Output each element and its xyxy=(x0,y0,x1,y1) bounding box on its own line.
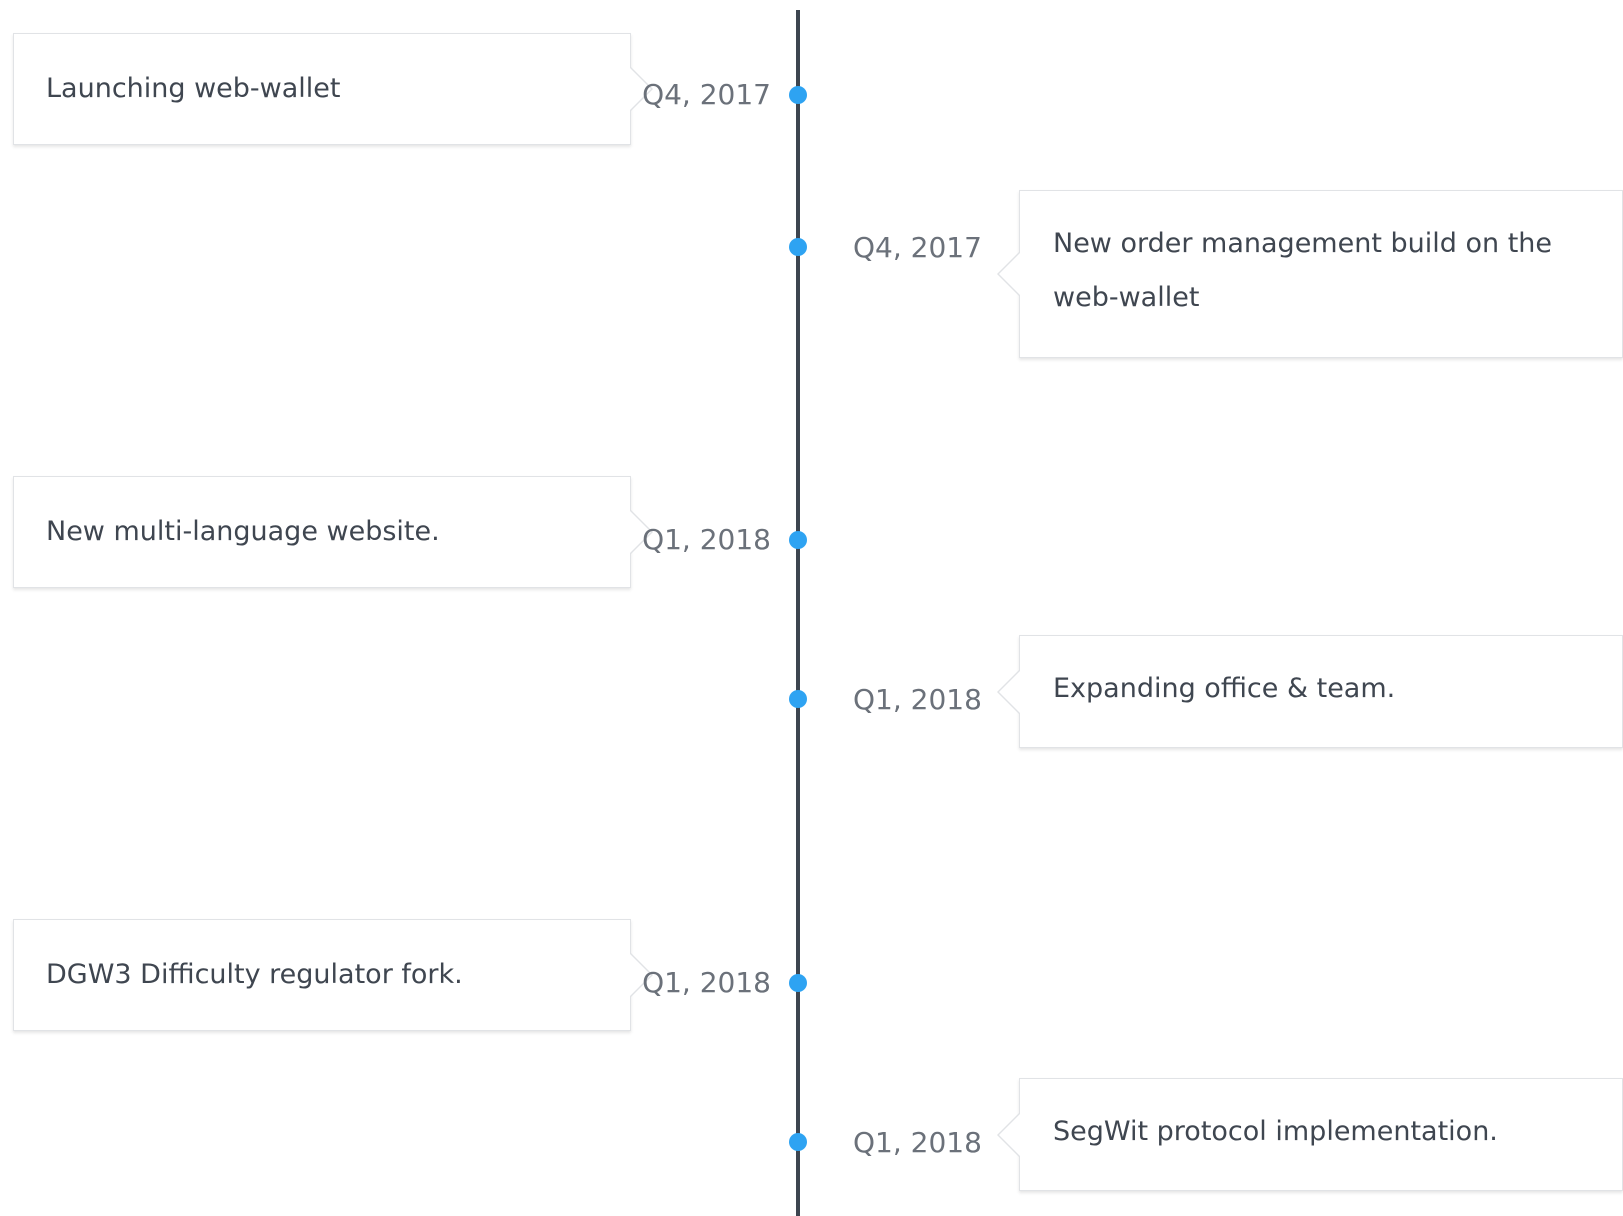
timeline-card: Launching web-wallet xyxy=(13,33,631,145)
timeline-card: DGW3 Difficulty regulator fork. xyxy=(13,919,631,1031)
timeline-dot xyxy=(789,690,807,708)
timeline-date: Q1, 2018 xyxy=(853,1126,982,1159)
timeline-card-text: New multi-language website. xyxy=(46,516,440,547)
timeline-dot xyxy=(789,238,807,256)
timeline-card: Expanding office & team. xyxy=(1019,635,1623,748)
timeline-card-text: DGW3 Difficulty regulator fork. xyxy=(46,959,463,990)
timeline-dot xyxy=(789,974,807,992)
timeline-date: Q1, 2018 xyxy=(642,966,771,999)
timeline-card-text: Expanding office & team. xyxy=(1053,673,1396,704)
timeline-card-text: New order management build on the web-wa… xyxy=(1053,228,1552,313)
timeline-dot xyxy=(789,86,807,104)
timeline-axis xyxy=(796,10,800,1216)
timeline-date: Q1, 2018 xyxy=(853,683,982,716)
timeline-card-text: Launching web-wallet xyxy=(46,73,341,104)
timeline-card: SegWit protocol implementation. xyxy=(1019,1078,1623,1191)
timeline-date: Q1, 2018 xyxy=(642,523,771,556)
timeline-dot xyxy=(789,531,807,549)
timeline-dot xyxy=(789,1133,807,1151)
timeline-date: Q4, 2017 xyxy=(642,78,771,111)
roadmap-timeline: Launching web-wallet Q4, 2017 Q4, 2017 N… xyxy=(0,0,1623,1216)
timeline-card: New multi-language website. xyxy=(13,476,631,588)
timeline-date: Q4, 2017 xyxy=(853,231,982,264)
timeline-card: New order management build on the web-wa… xyxy=(1019,190,1623,358)
timeline-card-text: SegWit protocol implementation. xyxy=(1053,1116,1498,1147)
